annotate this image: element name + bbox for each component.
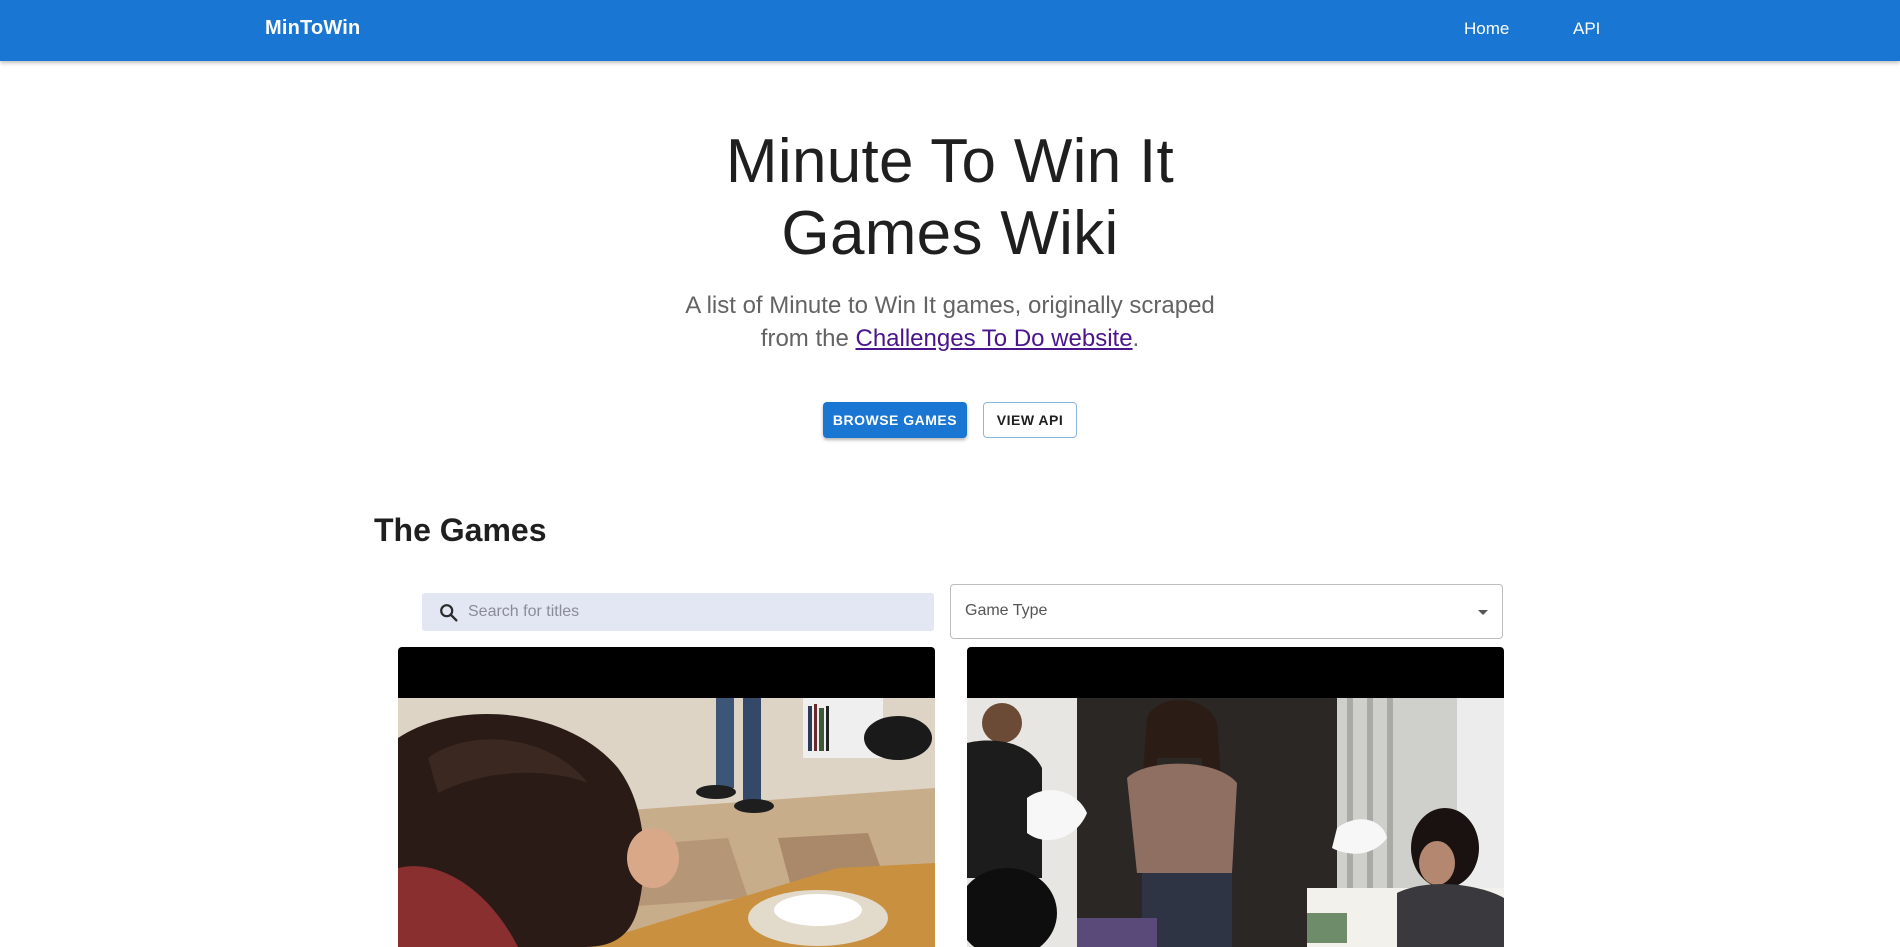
hero-subtitle: A list of Minute to Win It games, origin… [0, 289, 1900, 355]
game-card[interactable] [398, 647, 935, 947]
app-bar: MinToWin Home API [0, 0, 1900, 61]
game-type-label: Game Type [965, 602, 1048, 619]
nav-home-link[interactable]: Home [1464, 19, 1509, 39]
game-type-select[interactable]: Game Type [950, 584, 1503, 639]
brand-logo-link[interactable]: MinToWin [265, 17, 360, 40]
hero-subtitle-line-2: from the Challenges To Do website. [0, 322, 1900, 355]
hero-subtitle-line-1: A list of Minute to Win It games, origin… [685, 292, 1215, 319]
game-card-image [398, 698, 935, 947]
search-icon [440, 604, 458, 622]
hero-title: Minute To Win It Games Wiki [0, 126, 1900, 270]
search-input[interactable] [468, 593, 918, 631]
games-section-title: The Games [374, 512, 547, 548]
browse-games-button[interactable]: BROWSE GAMES [823, 402, 967, 438]
game-card-image [967, 698, 1504, 947]
hero-title-line-2: Games Wiki [781, 199, 1119, 268]
hero-subtitle-prefix: from the [760, 325, 856, 352]
search-field[interactable] [422, 593, 934, 631]
hero-title-line-1: Minute To Win It [725, 127, 1175, 196]
hero-subtitle-suffix: . [1132, 325, 1140, 352]
view-api-button[interactable]: VIEW API [983, 402, 1077, 438]
game-card[interactable] [967, 647, 1504, 947]
nav-api-link[interactable]: API [1573, 19, 1600, 39]
dropdown-arrow-icon [1478, 610, 1488, 615]
challenges-to-do-link[interactable]: Challenges To Do website [855, 325, 1132, 352]
